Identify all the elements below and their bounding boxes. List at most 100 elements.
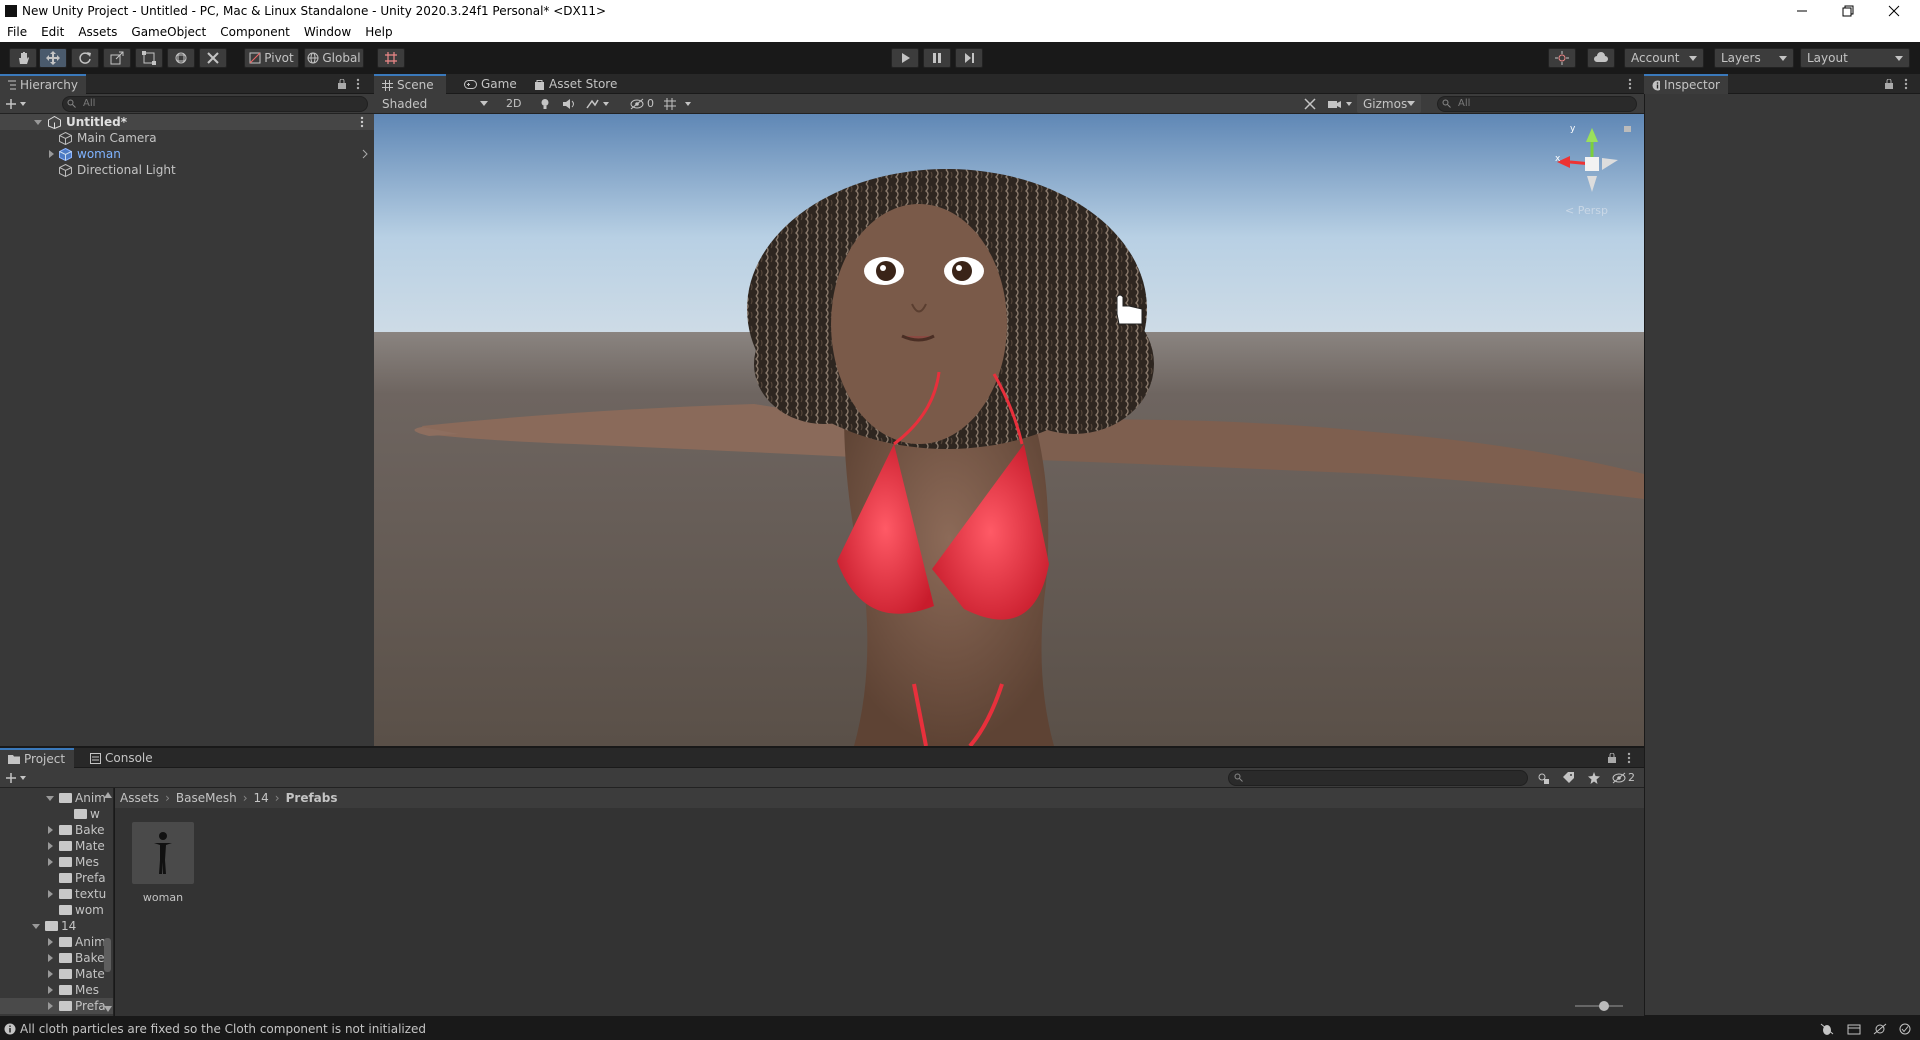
breadcrumb-14[interactable]: 14	[254, 791, 269, 805]
scene-row[interactable]: Untitled*	[0, 114, 374, 130]
audio-icon[interactable]	[562, 98, 576, 110]
tree-item[interactable]: textu	[0, 886, 113, 902]
tree-item[interactable]: Mate	[0, 966, 113, 982]
scroll-down-arrow-icon[interactable]	[104, 1006, 112, 1012]
expand-arrow-icon[interactable]	[48, 986, 53, 994]
expand-arrow-icon[interactable]	[48, 826, 53, 834]
menu-component[interactable]: Component	[213, 25, 297, 39]
hierarchy-item-woman[interactable]: woman	[0, 146, 374, 162]
scale-tool-button[interactable]	[103, 48, 131, 68]
add-dropdown-icon[interactable]	[6, 98, 28, 110]
expand-arrow-icon[interactable]	[48, 954, 53, 962]
hierarchy-item-directional-light[interactable]: Directional Light	[0, 162, 374, 178]
expand-arrow-icon[interactable]	[49, 150, 54, 158]
hierarchy-item-main-camera[interactable]: Main Camera	[0, 130, 374, 146]
shading-mode-dropdown[interactable]: Shaded	[376, 94, 494, 113]
tab-hierarchy[interactable]: Hierarchy	[0, 74, 86, 94]
menu-edit[interactable]: Edit	[34, 25, 71, 39]
tree-item[interactable]: Bake	[0, 822, 113, 838]
minimize-button[interactable]	[1780, 0, 1824, 22]
tab-inspector[interactable]: Inspector	[1644, 74, 1728, 94]
scene-search-input[interactable]: All	[1437, 96, 1637, 112]
tree-item[interactable]: wom	[0, 902, 113, 918]
expand-arrow-icon[interactable]	[48, 1002, 53, 1010]
chevron-right-icon[interactable]	[362, 149, 368, 159]
2d-toggle[interactable]: 2D	[506, 97, 521, 110]
tree-item[interactable]: Mes	[0, 982, 113, 998]
close-button[interactable]	[1872, 0, 1916, 22]
move-tool-button[interactable]	[39, 48, 67, 68]
status-message[interactable]: All cloth particles are fixed so the Clo…	[20, 1022, 426, 1036]
hidden-eye-icon[interactable]	[630, 98, 644, 110]
breadcrumb-basemesh[interactable]: BaseMesh	[176, 791, 237, 805]
grid-toggle-icon[interactable]	[664, 98, 692, 110]
package-icon[interactable]	[1847, 1023, 1861, 1035]
tree-item[interactable]: Mes	[0, 854, 113, 870]
account-dropdown[interactable]: Account	[1624, 48, 1704, 68]
collab-button[interactable]	[1548, 48, 1576, 68]
tree-item[interactable]: Bake	[0, 950, 113, 966]
hierarchy-search-input[interactable]: All	[62, 96, 368, 112]
menu-file[interactable]: File	[0, 25, 34, 39]
project-search-input[interactable]	[1228, 770, 1528, 786]
tree-item[interactable]: w	[0, 806, 113, 822]
tree-item[interactable]: Mate	[0, 838, 113, 854]
lock-icon[interactable]	[1607, 753, 1617, 763]
tree-scrollbar-thumb[interactable]	[104, 938, 111, 972]
expand-arrow-icon[interactable]	[34, 119, 42, 125]
tree-item-selected[interactable]: Prefa	[0, 998, 113, 1014]
restore-button[interactable]	[1826, 0, 1870, 22]
tools-icon[interactable]	[1304, 98, 1316, 110]
kebab-menu-icon[interactable]	[360, 116, 364, 128]
bug-icon[interactable]	[1820, 1023, 1834, 1035]
menu-assets[interactable]: Assets	[71, 25, 124, 39]
expand-arrow-icon[interactable]	[46, 795, 54, 801]
menu-window[interactable]: Window	[297, 25, 358, 39]
asset-thumbnail-woman[interactable]	[132, 822, 194, 884]
auto-generate-lighting-icon[interactable]	[1873, 1023, 1887, 1035]
star-icon[interactable]	[1588, 772, 1600, 784]
hand-tool-button[interactable]	[9, 48, 37, 68]
play-button[interactable]	[891, 48, 919, 68]
tab-asset-store[interactable]: Asset Store	[526, 74, 625, 94]
tab-scene[interactable]: Scene	[374, 74, 446, 94]
step-button[interactable]	[955, 48, 983, 68]
search-by-type-icon[interactable]	[1537, 772, 1549, 784]
grid-snap-button[interactable]	[377, 48, 405, 68]
layers-dropdown[interactable]: Layers	[1714, 48, 1794, 68]
kebab-menu-icon[interactable]	[1627, 752, 1631, 764]
global-toggle[interactable]: Global	[304, 48, 364, 68]
cloud-button[interactable]	[1587, 48, 1615, 68]
tab-project[interactable]: Project	[0, 748, 74, 768]
expand-arrow-icon[interactable]	[32, 923, 40, 929]
lightbulb-icon[interactable]	[540, 98, 550, 110]
scroll-up-arrow-icon[interactable]	[104, 792, 112, 798]
breadcrumb-assets[interactable]: Assets	[120, 791, 159, 805]
custom-tool-button[interactable]	[199, 48, 227, 68]
pivot-toggle[interactable]: Pivot	[244, 48, 299, 68]
layout-dropdown[interactable]: Layout	[1800, 48, 1910, 68]
kebab-menu-icon[interactable]	[356, 78, 360, 90]
menu-gameobject[interactable]: GameObject	[124, 25, 213, 39]
tree-item[interactable]: Anim	[0, 934, 113, 950]
perspective-toggle[interactable]: < Persp	[1565, 204, 1608, 217]
rect-tool-button[interactable]	[135, 48, 163, 68]
gizmos-dropdown[interactable]: Gizmos	[1357, 94, 1421, 113]
kebab-menu-icon[interactable]	[1904, 78, 1908, 90]
effects-icon[interactable]	[586, 98, 610, 110]
check-circle-icon[interactable]	[1899, 1023, 1911, 1035]
tree-item[interactable]: Prefa	[0, 870, 113, 886]
expand-arrow-icon[interactable]	[48, 842, 53, 850]
pause-button[interactable]	[923, 48, 951, 68]
add-dropdown-icon[interactable]	[6, 772, 28, 784]
transform-tool-button[interactable]	[167, 48, 195, 68]
icon-size-slider-thumb[interactable]	[1599, 1001, 1609, 1011]
expand-arrow-icon[interactable]	[48, 938, 53, 946]
scene-viewport[interactable]: y x < Persp	[374, 114, 1644, 746]
camera-icon[interactable]	[1328, 98, 1354, 110]
tree-item[interactable]: Anim	[0, 790, 113, 806]
hidden-eye-icon[interactable]	[1612, 772, 1626, 784]
expand-arrow-icon[interactable]	[48, 858, 53, 866]
expand-arrow-icon[interactable]	[48, 890, 53, 898]
rotate-tool-button[interactable]	[71, 48, 99, 68]
